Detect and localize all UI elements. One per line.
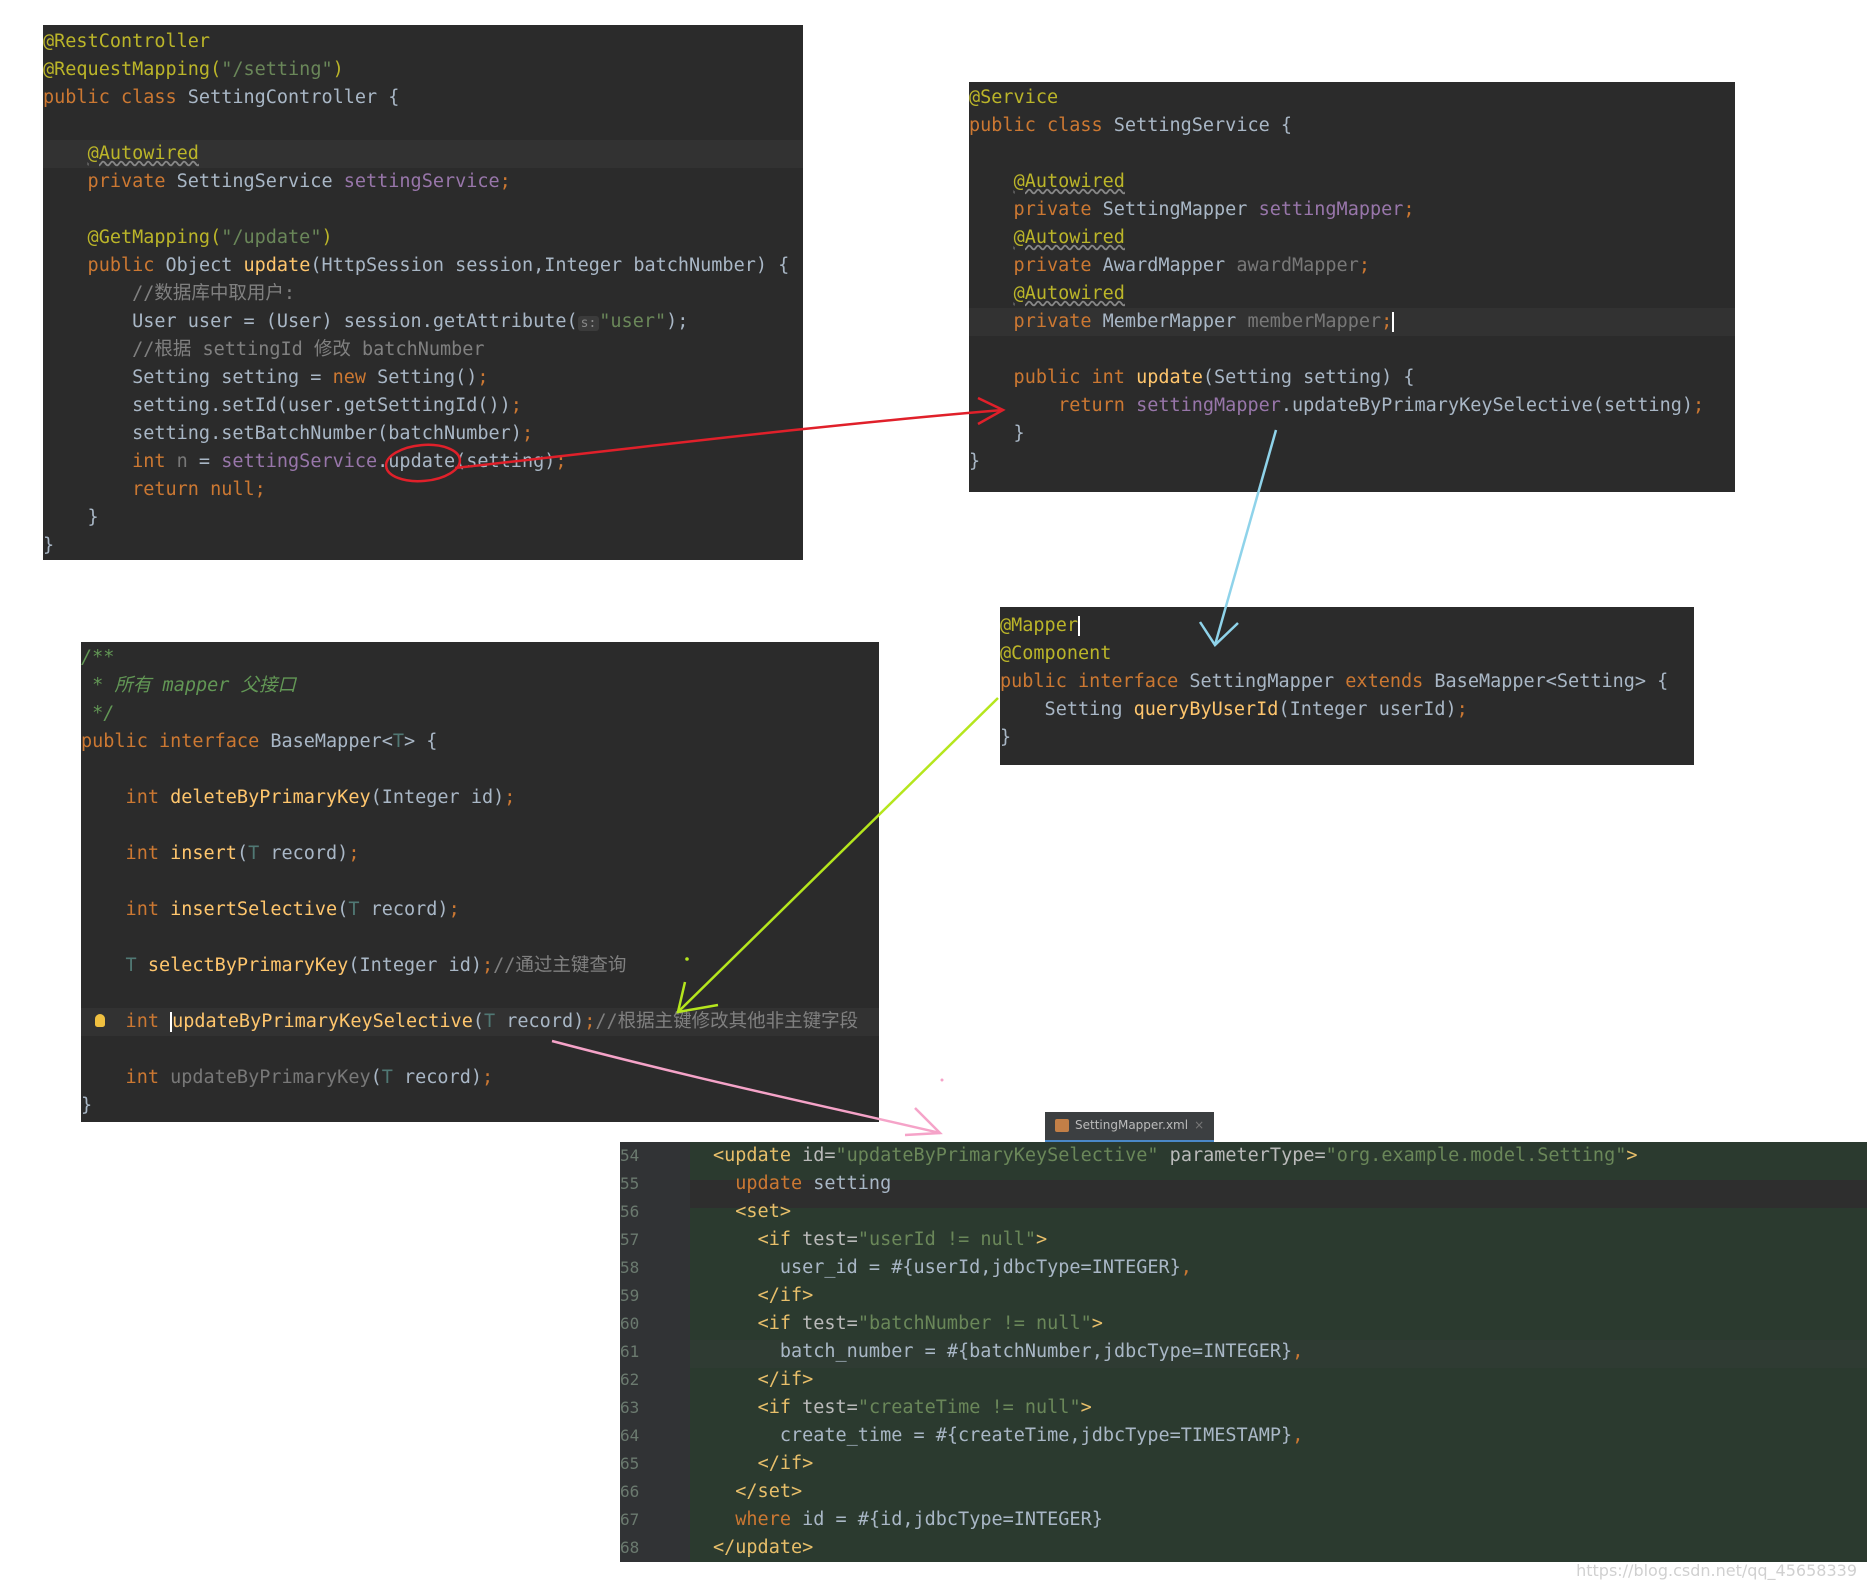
code-line: 67 where id = #{id,jdbcType=INTEGER} [620,1509,1103,1530]
mapper-code-panel: @Mapper @Component public interface Sett… [1000,607,1694,765]
code-line: @Component [1000,643,1112,664]
code-line: 61 batch_number = #{batchNumber,jdbcType… [620,1341,1304,1362]
code-line: } [969,451,981,472]
service-code-panel: @Service public class SettingService { @… [969,82,1735,492]
tab-label: SettingMapper.xml [1075,1118,1189,1132]
code-line: private SettingMapper settingMapper; [969,199,1415,220]
code-line: int n = settingService.update(setting); [43,451,567,472]
code-line: private SettingService settingService; [43,171,511,192]
code-line: 59 </if> [620,1285,814,1306]
code-line: int updateByPrimaryKey(T record); [81,1067,494,1088]
code-line: } [81,1095,93,1116]
code-line: 58 user_id = #{userId,jdbcType=INTEGER}, [620,1257,1192,1278]
code-line: @Autowired [1013,171,1125,192]
code-line: 65 </if> [620,1453,814,1474]
code-line: @Autowired [1013,227,1125,248]
xml-code-panel: 54 <update id="updateByPrimaryKeySelectiv… [620,1142,1867,1562]
code-line: 55 update setting [620,1173,892,1194]
code-line: //根据 settingId 修改 batchNumber [43,339,485,360]
code-line: @RestController [43,31,211,52]
code-line: 57 <if test="userId != null"> [620,1229,1048,1250]
lightbulb-icon[interactable] [95,1014,105,1027]
code-line: return settingMapper.updateByPrimaryKeyS… [969,395,1705,416]
code-line: } [43,535,55,556]
code-line: private AwardMapper awardMapper; [969,255,1370,276]
code-line: return null; [43,479,266,500]
code-line: public interface BaseMapper<T> { [81,731,438,752]
code-line: setting.setBatchNumber(batchNumber); [43,423,534,444]
code-line: @Autowired [43,140,803,168]
code-line: public class SettingController { [43,87,400,108]
code-line: public int update(Setting setting) { [969,367,1415,388]
code-line: 68 </update> [620,1537,814,1558]
code-line: /** [81,647,115,668]
code-line: @Autowired [1013,283,1125,304]
code-line: 56 <set> [620,1201,791,1222]
code-line: int updateByPrimaryKeySelective(T record… [81,1008,879,1036]
code-line: int deleteByPrimaryKey(Integer id); [81,787,516,808]
code-line: 60 <if test="batchNumber != null"> [620,1313,1103,1334]
tab-settingmapper-xml[interactable]: SettingMapper.xml × [1045,1112,1215,1143]
watermark: https://blog.csdn.net/qq_45658339 [1576,1561,1857,1580]
code-line: @Mapper [1000,615,1080,636]
close-icon[interactable]: × [1194,1118,1204,1132]
basemapper-code-panel: /** * 所有 mapper 父接口 */ public interface … [81,642,879,1122]
code-line: @Service [969,87,1059,108]
code-line: } [1000,727,1012,748]
code-line: } [969,423,1025,444]
xml-file-icon [1055,1119,1069,1132]
code-line: 66 </set> [620,1481,803,1502]
code-line: 62 </if> [620,1369,814,1390]
code-line: int insertSelective(T record); [81,899,460,920]
code-line: @RequestMapping("/setting") [43,59,344,80]
controller-code-panel: @RestController @RequestMapping("/settin… [43,25,803,560]
code-line: //数据库中取用户: [43,283,296,304]
code-line: public Object update(HttpSession session… [43,255,790,276]
code-line: Setting queryByUserId(Integer userId); [1000,699,1468,720]
code-line: */ [81,703,115,724]
code-line: 64 create_time = #{createTime,jdbcType=T… [620,1425,1304,1446]
code-line: public interface SettingMapper extends B… [1000,671,1669,692]
code-line: private MemberMapper memberMapper; [969,308,1735,336]
code-line: } [43,507,99,528]
code-line: Setting setting = new Setting(); [43,367,489,388]
code-line: 54 <update id="updateByPrimaryKeySelectiv… [620,1145,1638,1166]
code-line: @GetMapping("/update") [43,227,333,248]
code-line: User user = (User) session.getAttribute(… [43,311,689,332]
code-line: 63 <if test="createTime != null"> [620,1397,1092,1418]
code-line: T selectByPrimaryKey(Integer id);//通过主键查… [81,955,627,976]
code-line: * 所有 mapper 父接口 [81,675,297,696]
code-line: int insert(T record); [81,843,360,864]
code-line: setting.setId(user.getSettingId()); [43,395,522,416]
code-line: public class SettingService { [969,115,1293,136]
